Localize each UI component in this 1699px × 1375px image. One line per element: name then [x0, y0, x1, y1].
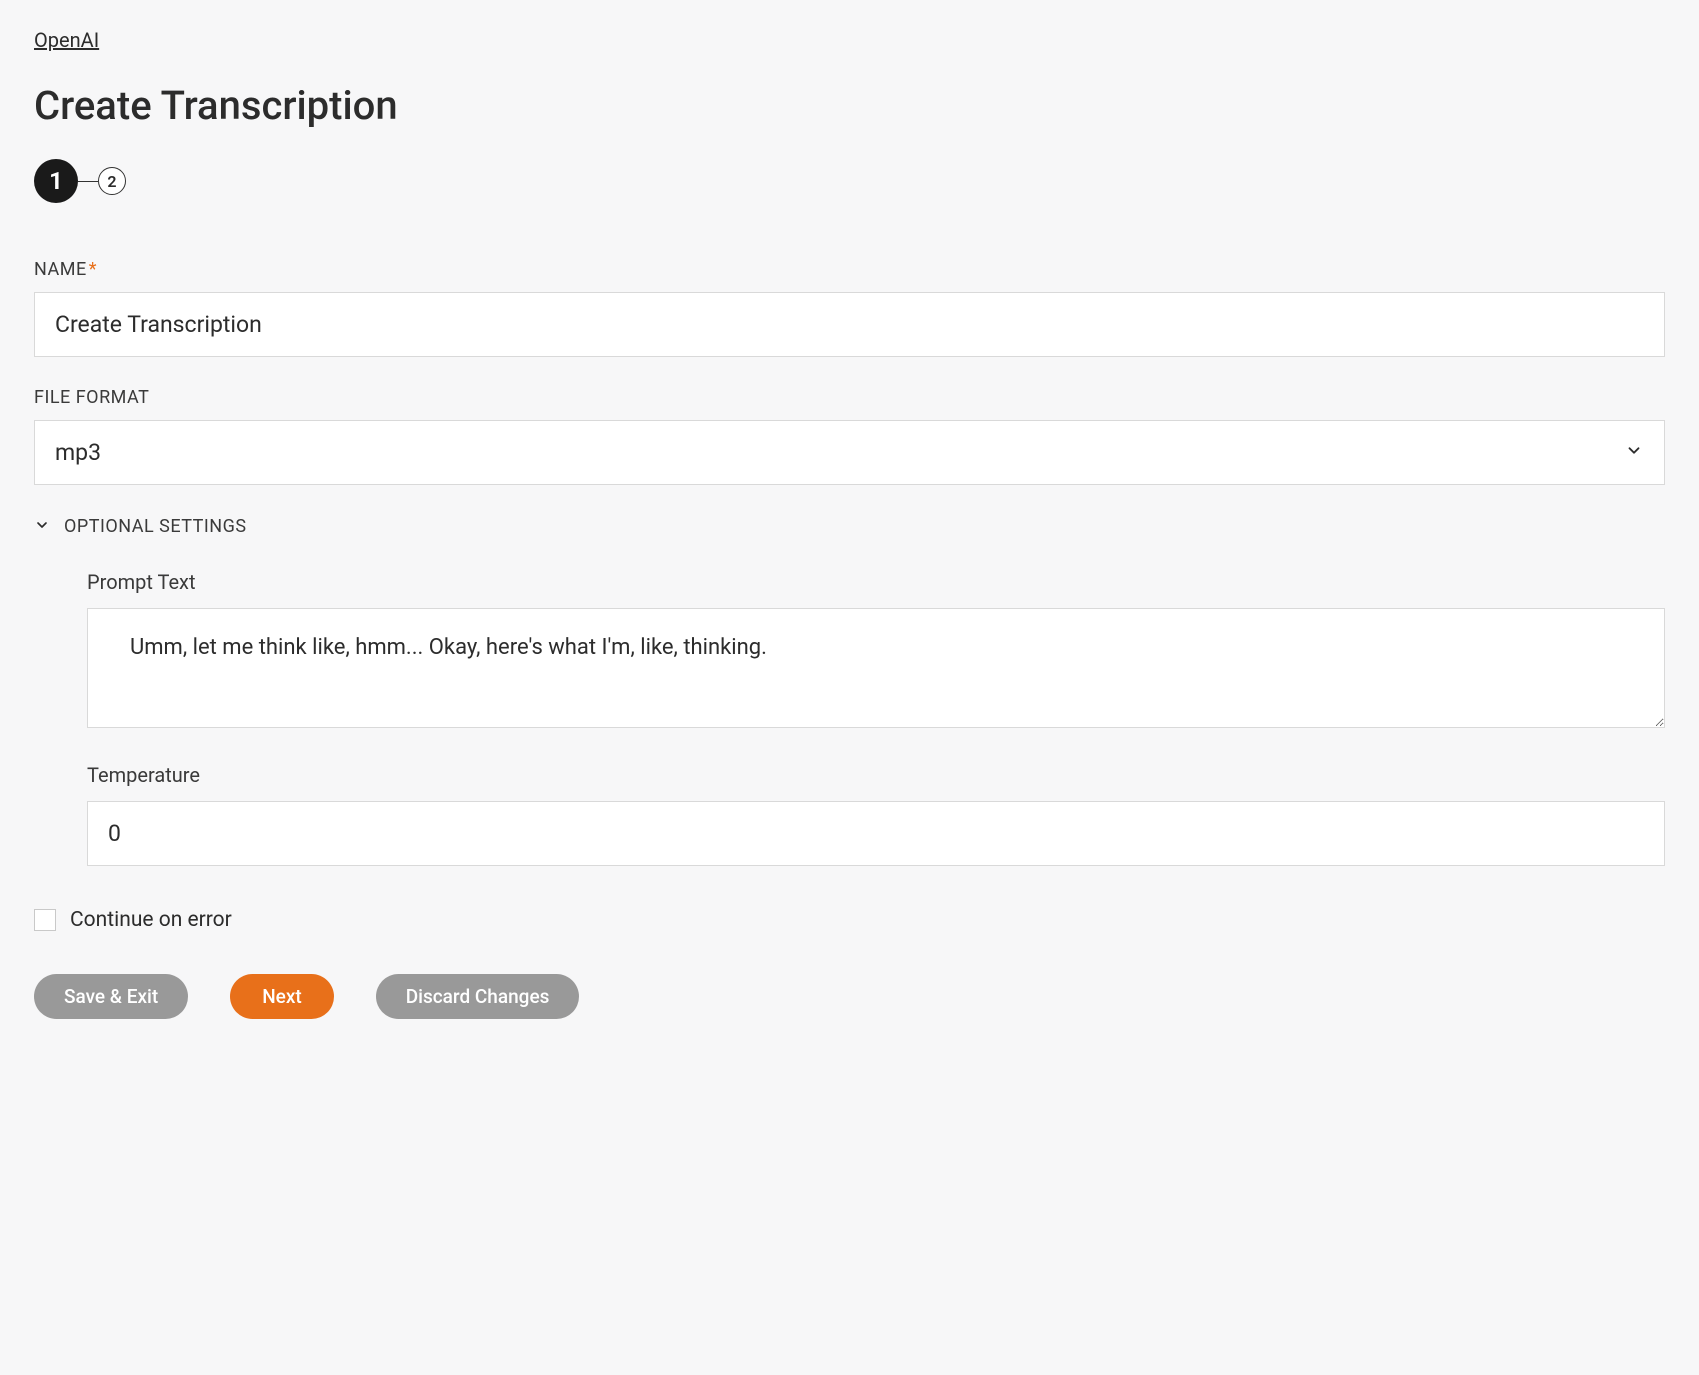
prompt-text-input[interactable]: Umm, let me think like, hmm... Okay, her… [87, 608, 1665, 728]
file-format-field-group: FILE FORMAT mp3 [34, 387, 1665, 485]
temperature-input[interactable] [87, 801, 1665, 866]
name-input[interactable] [34, 292, 1665, 357]
name-label: NAME* [34, 259, 1665, 280]
chevron-down-icon [34, 515, 50, 538]
stepper: 1 2 [34, 159, 1665, 203]
temperature-label: Temperature [87, 763, 1665, 787]
name-label-text: NAME [34, 259, 87, 280]
prompt-text-group: Prompt Text Umm, let me think like, hmm.… [87, 570, 1665, 733]
step-connector [78, 181, 98, 182]
button-row: Save & Exit Next Discard Changes [34, 974, 1665, 1019]
optional-settings-content: Prompt Text Umm, let me think like, hmm.… [34, 570, 1665, 866]
discard-changes-button[interactable]: Discard Changes [376, 974, 580, 1019]
optional-settings-toggle[interactable]: OPTIONAL SETTINGS [34, 515, 1665, 538]
save-exit-button[interactable]: Save & Exit [34, 974, 188, 1019]
required-indicator: * [89, 259, 97, 280]
name-field-group: NAME* [34, 259, 1665, 357]
file-format-select-wrapper: mp3 [34, 420, 1665, 485]
continue-on-error-checkbox[interactable] [34, 909, 56, 931]
next-button[interactable]: Next [230, 974, 334, 1019]
continue-on-error-label: Continue on error [70, 908, 232, 932]
step-1[interactable]: 1 [34, 159, 78, 203]
file-format-select[interactable]: mp3 [34, 420, 1665, 485]
optional-settings-label: OPTIONAL SETTINGS [64, 516, 247, 537]
continue-on-error-group: Continue on error [34, 908, 1665, 932]
breadcrumb-link[interactable]: OpenAI [34, 28, 99, 52]
page-title: Create Transcription [34, 82, 1665, 129]
prompt-text-label: Prompt Text [87, 570, 1665, 594]
file-format-label: FILE FORMAT [34, 387, 1665, 408]
step-2[interactable]: 2 [98, 167, 126, 195]
temperature-group: Temperature [87, 763, 1665, 866]
